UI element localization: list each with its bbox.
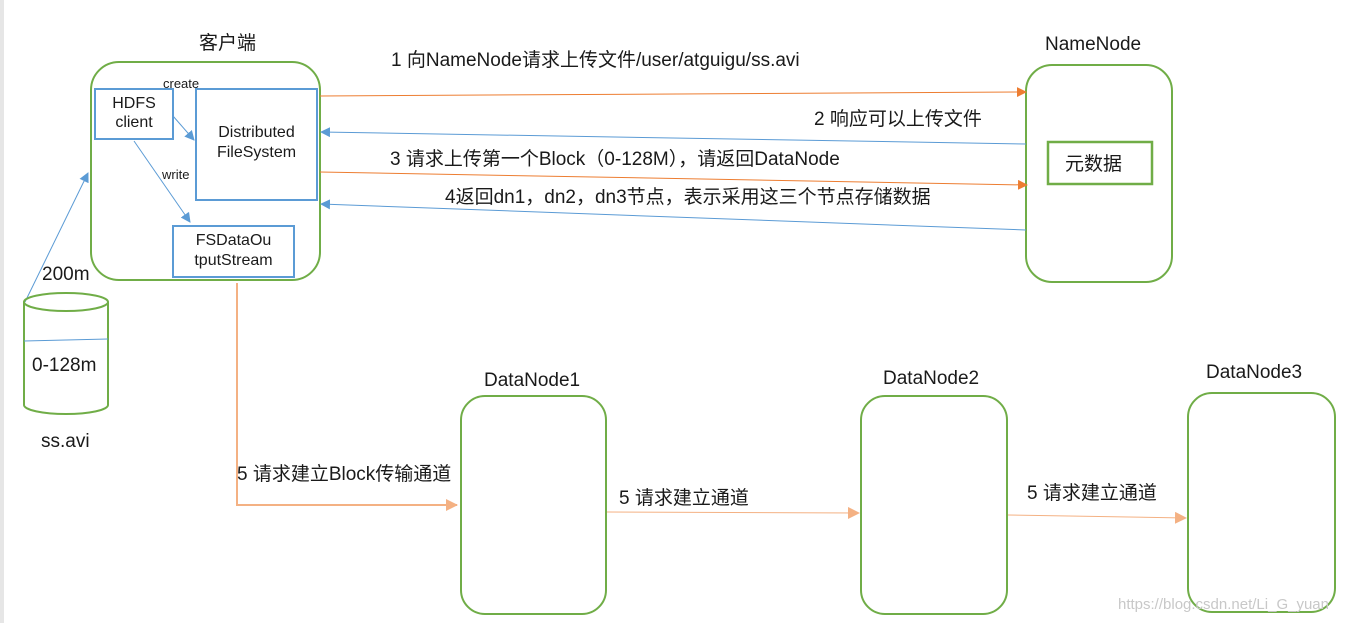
write-label: write xyxy=(162,167,190,182)
datanode2-title: DataNode2 xyxy=(883,368,980,389)
step5-dn2-dn3-label: 5 请求建立通道 xyxy=(1027,483,1157,504)
watermark: https://blog.csdn.net/Li_G_yuan xyxy=(1118,596,1329,613)
hdfs-client-line2: client xyxy=(115,114,153,131)
metadata-label: 元数据 xyxy=(1065,154,1123,175)
fs-output-line2: tputStream xyxy=(194,252,273,269)
step5-block-channel-label: 5 请求建立Block传输通道 xyxy=(237,464,452,485)
datanode1-box xyxy=(460,395,607,615)
hdfs-client-line1: HDFS xyxy=(112,95,156,112)
client-title: 客户端 xyxy=(199,33,257,54)
fsdataoutputstream-label: FSDataOu tputStream xyxy=(174,231,293,271)
file-cylinder xyxy=(23,292,109,415)
step1-arrow xyxy=(319,87,1027,98)
create-arrow xyxy=(172,115,195,141)
namenode-title: NameNode xyxy=(1045,34,1142,55)
dn1-to-dn2-arrow xyxy=(606,506,860,519)
datanode2-box xyxy=(860,395,1008,615)
step2-arrow xyxy=(320,127,1027,145)
file-name-label: ss.avi xyxy=(41,431,90,452)
step3-arrow xyxy=(319,171,1028,190)
create-label: create xyxy=(163,76,200,91)
distributed-fs-line1: Distributed xyxy=(218,124,295,141)
datanode1-title: DataNode1 xyxy=(484,370,581,391)
step3-label: 3 请求上传第一个Block（0-128M），请返回DataNode xyxy=(390,149,840,170)
step5-dn1-dn2-label: 5 请求建立通道 xyxy=(619,488,749,509)
diagram-canvas xyxy=(23,61,1336,615)
step4-label: 4返回dn1，dn2，dn3节点，表示采用这三个节点存储数据 xyxy=(445,187,931,208)
distributed-filesystem-label: Distributed FileSystem xyxy=(197,123,316,163)
step1-label: 1 向NameNode请求上传文件/user/atguigu/ss.avi xyxy=(391,50,800,71)
distributed-fs-line2: FileSystem xyxy=(216,144,297,161)
file-size-label: 200m xyxy=(42,264,90,285)
fs-output-line1: FSDataOu xyxy=(195,232,272,249)
hdfs-client-label: HDFS client xyxy=(96,94,172,132)
step2-label: 2 响应可以上传文件 xyxy=(814,109,982,130)
block-range-label: 0-128m xyxy=(32,355,97,376)
datanode3-box xyxy=(1187,392,1336,613)
dn2-to-dn3-arrow xyxy=(1007,511,1187,524)
datanode3-title: DataNode3 xyxy=(1206,362,1303,383)
